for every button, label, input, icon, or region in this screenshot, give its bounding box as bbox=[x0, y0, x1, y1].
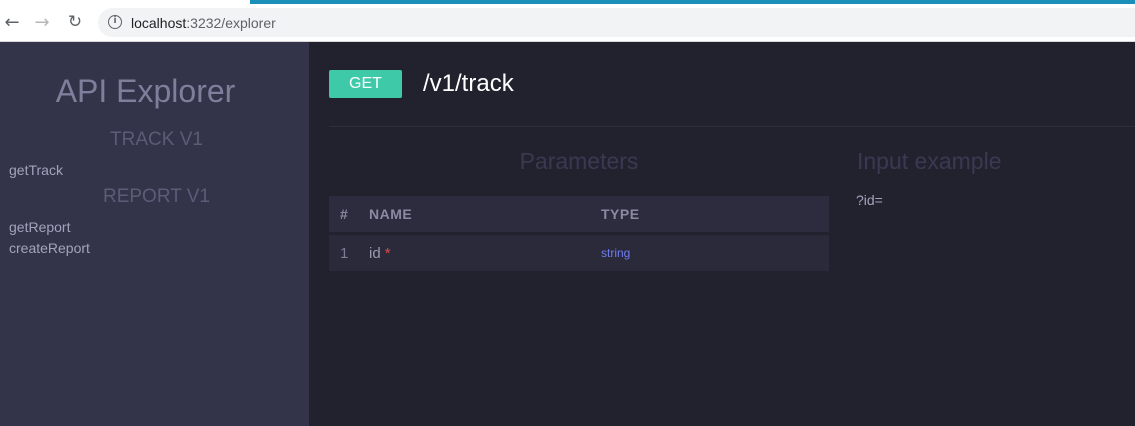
method-badge: GET bbox=[329, 70, 402, 98]
param-type: string bbox=[601, 246, 631, 260]
sidebar-group-track: TRACK V1 bbox=[110, 129, 203, 150]
url-rest: :3232/explorer bbox=[186, 15, 276, 31]
column-header-number: # bbox=[340, 206, 349, 222]
table-row: 1 id * string bbox=[329, 235, 829, 271]
endpoint-path: /v1/track bbox=[423, 70, 514, 97]
browser-toolbar: ← → ↻ i localhost:3232/explorer bbox=[0, 0, 1135, 42]
column-header-name: NAME bbox=[369, 206, 413, 222]
sidebar: API Explorer TRACK V1 getTrack REPORT V1… bbox=[0, 42, 309, 426]
main-panel: GET /v1/track Parameters Input example #… bbox=[309, 42, 1135, 426]
parameters-table: # NAME TYPE 1 id * string bbox=[329, 196, 829, 271]
arrow-right-icon[interactable]: → bbox=[31, 11, 53, 33]
column-header-type: TYPE bbox=[601, 206, 640, 222]
sidebar-group-report: REPORT V1 bbox=[102, 186, 210, 207]
url-host: localhost bbox=[131, 15, 187, 31]
table-header-row: # NAME TYPE bbox=[329, 196, 829, 232]
input-example-title: Input example bbox=[857, 148, 1002, 174]
address-bar[interactable]: i localhost:3232/explorer bbox=[98, 8, 1135, 37]
param-name-cell: id * bbox=[369, 235, 391, 271]
sidebar-item-createreport[interactable]: createReport bbox=[9, 240, 90, 256]
app-title: API Explorer bbox=[55, 73, 236, 109]
required-marker: * bbox=[384, 244, 391, 262]
sidebar-item-gettrack[interactable]: getTrack bbox=[9, 162, 63, 178]
url-text[interactable]: localhost:3232/explorer bbox=[131, 15, 276, 31]
reload-icon[interactable]: ↻ bbox=[64, 11, 86, 33]
sidebar-item-getreport[interactable]: getReport bbox=[9, 219, 70, 235]
input-example-text: ?id= bbox=[856, 192, 883, 208]
arrow-left-icon[interactable]: ← bbox=[1, 11, 23, 33]
divider bbox=[329, 126, 1135, 127]
param-number: 1 bbox=[340, 244, 349, 262]
info-icon[interactable]: i bbox=[108, 15, 122, 29]
loading-bar bbox=[250, 0, 1135, 4]
parameters-title: Parameters bbox=[519, 148, 639, 174]
param-name: id bbox=[369, 244, 381, 262]
